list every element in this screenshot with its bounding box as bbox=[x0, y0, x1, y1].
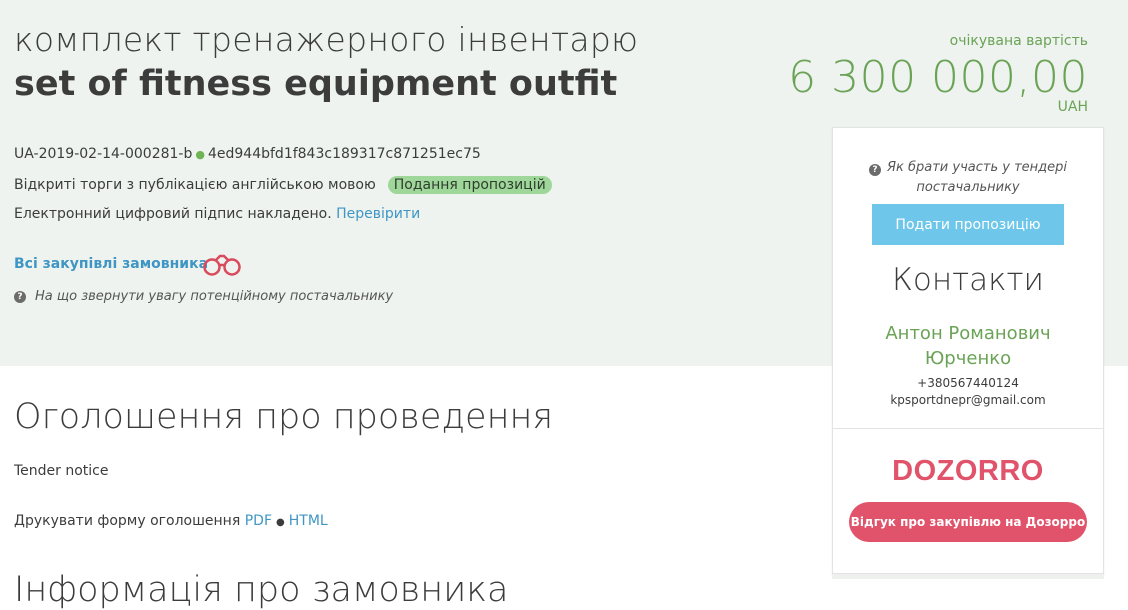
tender-title-en: set of fitness equipment outfit bbox=[14, 64, 618, 104]
status-badge: Подання пропозицій bbox=[387, 176, 552, 194]
procedure-line: Відкриті торги з публікацією англійською… bbox=[14, 176, 552, 194]
tender-id: UA-2019-02-14-000281-b bbox=[14, 146, 193, 162]
sidebar-divider bbox=[833, 428, 1103, 429]
attention-text: На що звернути увагу потенційному постач… bbox=[35, 289, 394, 304]
contact-phone: +380567440124 bbox=[917, 376, 1019, 390]
sidebar-panel: ? Як брати участь у тендері постачальнику… bbox=[832, 127, 1104, 579]
print-form-text: Друкувати форму оголошення bbox=[14, 513, 241, 529]
dozorro-logo: DOZORRO bbox=[892, 455, 1044, 486]
signature-text: Електронний цифровий підпис накладено. bbox=[14, 206, 332, 222]
price-currency: UAH bbox=[1057, 99, 1088, 115]
verify-signature-link[interactable]: Перевірити bbox=[336, 206, 420, 222]
print-html-link[interactable]: HTML bbox=[289, 513, 328, 529]
question-circle-icon: ? bbox=[14, 290, 26, 303]
how-to-participate-link[interactable]: ? Як брати участь у тендері постачальнику bbox=[853, 158, 1083, 198]
contacts-heading: Контакти bbox=[892, 262, 1044, 298]
submit-proposal-button[interactable]: Подати пропозицію bbox=[872, 204, 1064, 245]
contact-name: Антон Романович Юрченко bbox=[885, 323, 1051, 369]
binoculars-icon[interactable] bbox=[201, 253, 243, 277]
customer-info-heading: Інформація про замовника bbox=[14, 570, 509, 610]
contact-email: kpsportdnepr@gmail.com bbox=[890, 393, 1046, 407]
question-circle-icon: ? bbox=[868, 164, 881, 176]
tender-title-ua: комплект тренажерного інвентарю bbox=[14, 20, 639, 59]
procedure-type: Відкриті торги з публікацією англійською… bbox=[14, 177, 376, 193]
status-dot-icon: ● bbox=[195, 148, 205, 161]
supplier-attention-note[interactable]: ? На що звернути увагу потенційному пост… bbox=[14, 289, 393, 304]
print-form-line: Друкувати форму оголошення PDF ● HTML bbox=[14, 513, 328, 529]
svg-text:DOZORRO: DOZORRO bbox=[892, 455, 1044, 486]
dozorro-feedback-button[interactable]: Відгук про закупівлю на Дозорро bbox=[849, 502, 1087, 542]
signature-line: Електронний цифровий підпис накладено. П… bbox=[14, 206, 420, 222]
tender-id-line: UA-2019-02-14-000281-b ● 4ed944bfd1f843c18… bbox=[14, 146, 481, 162]
tender-notice-subtitle: Tender notice bbox=[14, 463, 109, 479]
print-pdf-link[interactable]: PDF bbox=[245, 513, 272, 529]
all-customer-tenders-link[interactable]: Всі закупівлі замовника bbox=[14, 256, 208, 272]
announcement-heading: Оголошення про проведення bbox=[14, 397, 554, 437]
separator-dot-icon: ● bbox=[276, 517, 285, 528]
how-to-text: Як брати участь у тендері постачальнику bbox=[886, 160, 1067, 195]
expected-price-label: очікувана вартість bbox=[949, 33, 1088, 49]
tender-hash: 4ed944bfd1f843c189317c871251ec75 bbox=[207, 146, 481, 162]
expected-price-value: 6 300 000,00 bbox=[788, 52, 1088, 103]
